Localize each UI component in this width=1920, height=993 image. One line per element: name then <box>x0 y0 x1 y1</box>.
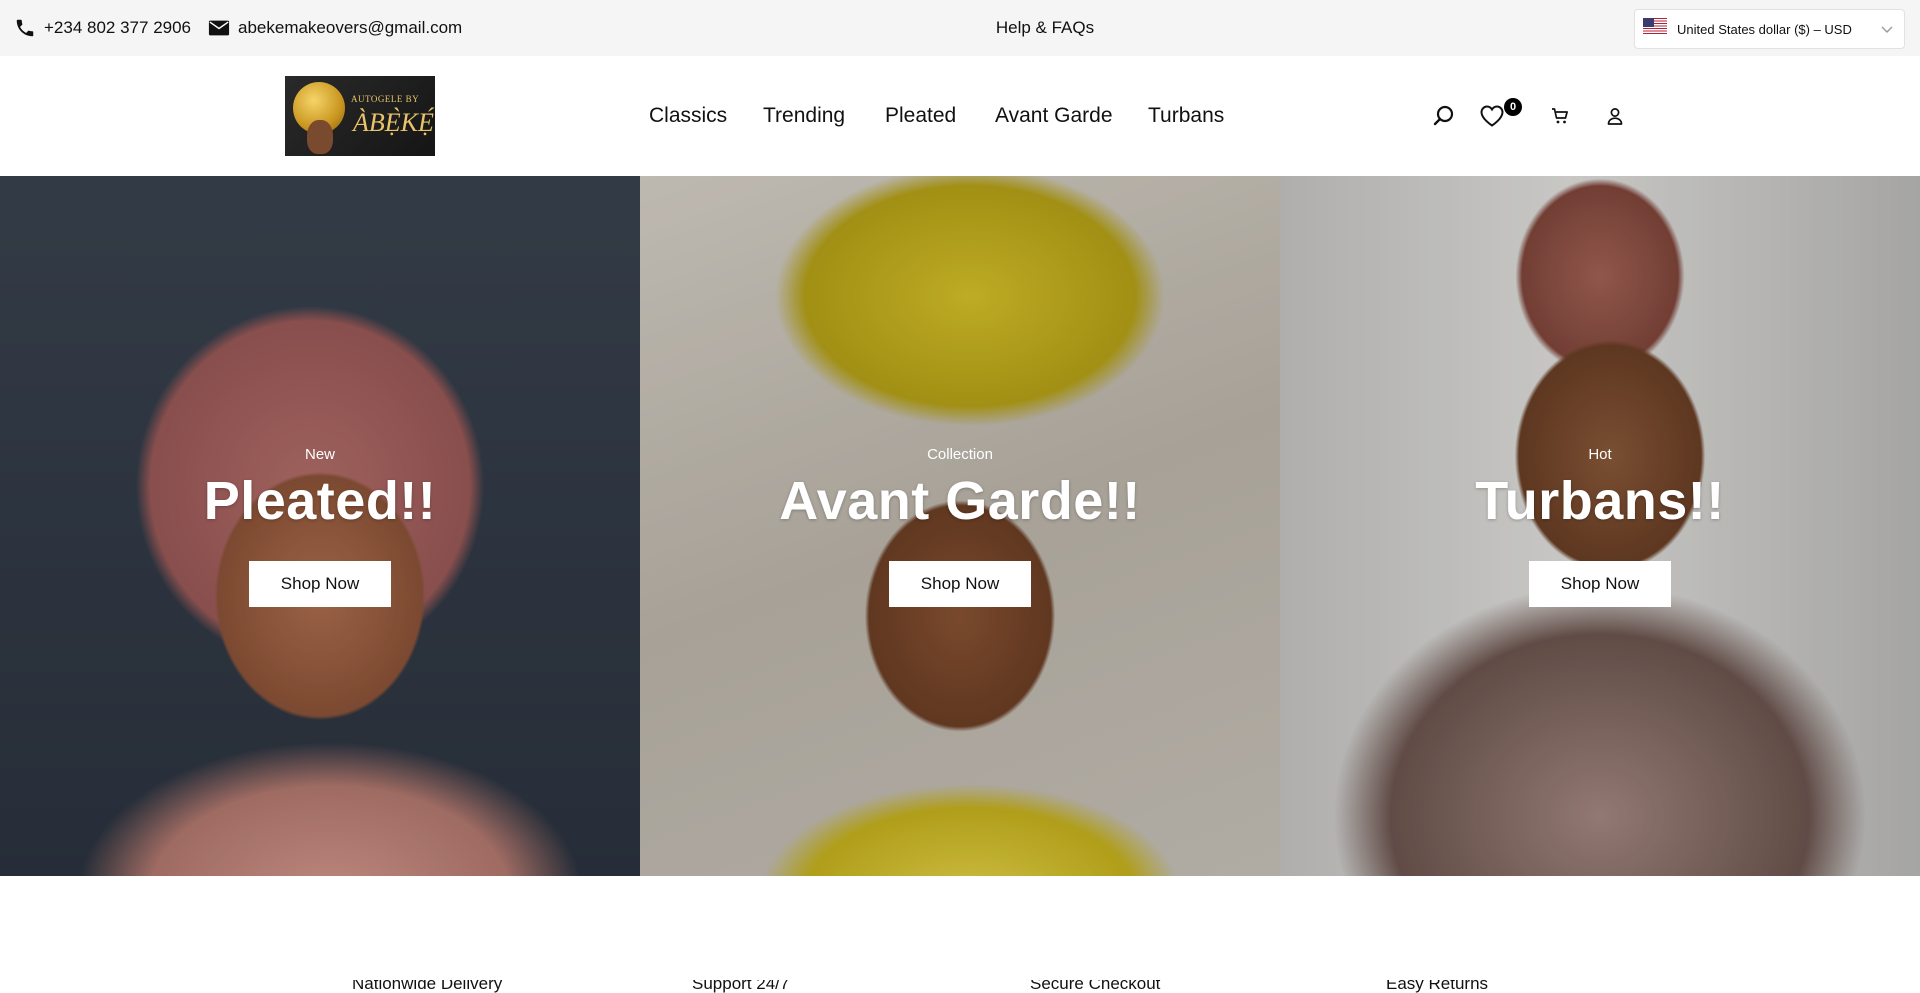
account-button[interactable] <box>1601 102 1629 130</box>
us-flag-icon <box>1643 18 1667 34</box>
hero-tag: Hot <box>1588 446 1612 463</box>
search-icon <box>1433 105 1454 126</box>
wishlist-count-badge: 0 <box>1504 98 1522 116</box>
nav-trending[interactable]: Trending <box>763 56 845 176</box>
nav-pleated[interactable]: Pleated <box>885 56 956 176</box>
logo-text-small: AUTOGELE BY <box>351 94 420 104</box>
hero-tag: New <box>304 446 335 463</box>
currency-value: United States dollar ($) – USD <box>1677 21 1852 37</box>
hero-tag: Collection <box>927 446 993 463</box>
nav-avant-garde[interactable]: Avant Garde <box>995 56 1113 176</box>
hero-title: Avant Garde!! <box>779 471 1141 531</box>
feature-heading: Secure Checkout <box>1030 980 1161 993</box>
cart-icon <box>1552 108 1568 124</box>
chevron-down-icon <box>1881 26 1893 33</box>
hero-title: Pleated!! <box>203 471 437 531</box>
help-faq-link[interactable]: Help & FAQs <box>0 0 1920 56</box>
heart-icon <box>1480 105 1504 127</box>
currency-selector[interactable]: United States dollar ($) – USD <box>1634 9 1905 49</box>
wishlist-button[interactable] <box>1478 102 1506 130</box>
features-row: Nationwide Delivery Support 24/7 Secure … <box>0 980 1920 993</box>
feature-heading: Easy Returns <box>1386 980 1489 993</box>
site-header: AUTOGELE BY ÀBẸ̀KẸ́ Classics Trending Pl… <box>0 56 1920 176</box>
shop-now-button[interactable]: Shop Now <box>889 561 1031 607</box>
feature-heading: Support 24/7 <box>692 980 790 993</box>
logo-text-big: ÀBẸ̀KẸ́ <box>353 108 434 137</box>
help-faq-label: Help & FAQs <box>995 18 1095 37</box>
user-icon <box>1607 108 1623 125</box>
search-button[interactable] <box>1430 102 1458 130</box>
cart-button[interactable] <box>1546 102 1574 130</box>
hero-panel-avant-garde[interactable]: Collection Avant Garde!! Shop Now <box>640 176 1280 876</box>
shop-now-button[interactable]: Shop Now <box>249 561 391 607</box>
top-bar: +234 802 377 2906 abekemakeovers@gmail.c… <box>0 0 1920 56</box>
logo-face-graphic <box>307 120 333 154</box>
site-logo[interactable]: AUTOGELE BY ÀBẸ̀KẸ́ <box>285 76 435 156</box>
shop-now-button[interactable]: Shop Now <box>1529 561 1671 607</box>
nav-classics[interactable]: Classics <box>649 56 727 176</box>
nav-turbans[interactable]: Turbans <box>1148 56 1224 176</box>
hero-panel-turbans[interactable]: Hot Turbans!! Shop Now <box>1280 176 1920 876</box>
feature-heading: Nationwide Delivery <box>352 980 503 993</box>
hero-panel-pleated[interactable]: New Pleated!! Shop Now <box>0 176 640 876</box>
hero-title: Turbans!! <box>1475 471 1725 531</box>
